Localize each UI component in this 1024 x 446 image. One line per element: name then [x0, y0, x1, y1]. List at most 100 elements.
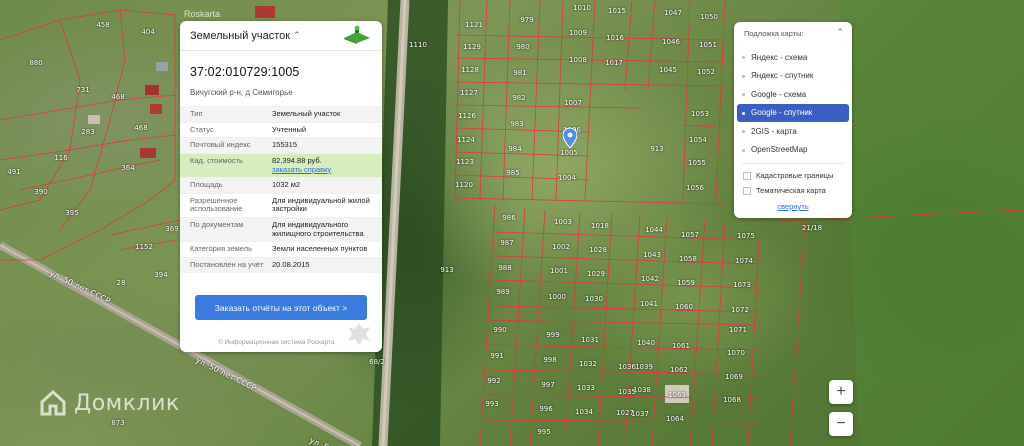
- parcel-number[interactable]: 1052: [697, 68, 715, 76]
- parcel-number[interactable]: 1061: [672, 342, 690, 350]
- parcel-number[interactable]: 364: [121, 164, 134, 172]
- parcel-number[interactable]: 1029: [587, 270, 605, 278]
- parcel-number[interactable]: 873: [111, 419, 124, 427]
- parcel-number[interactable]: 1059: [677, 279, 695, 287]
- parcel-number[interactable]: 369: [165, 225, 178, 233]
- parcel-number[interactable]: 989: [496, 288, 509, 296]
- parcel-number[interactable]: 913: [650, 145, 663, 153]
- parcel-number[interactable]: 1120: [455, 181, 473, 189]
- parcel-number[interactable]: 1127: [460, 89, 478, 97]
- parcel-number[interactable]: 1039: [635, 363, 653, 371]
- basemap-option[interactable]: Яндекс - схема: [737, 48, 849, 67]
- parcel-number[interactable]: 1056: [686, 184, 704, 192]
- parcel-number[interactable]: 990: [493, 326, 506, 334]
- parcel-number[interactable]: 1031: [581, 336, 599, 344]
- overlay-checkbox[interactable]: Тематическая карта: [734, 183, 852, 198]
- card-header[interactable]: Земельный участок ⌃: [180, 21, 382, 51]
- parcel-number[interactable]: 394: [154, 271, 167, 279]
- zoom-in-button[interactable]: +: [829, 380, 853, 404]
- parcel-number[interactable]: 1010: [573, 4, 591, 12]
- parcel-number[interactable]: 980: [516, 43, 529, 51]
- parcel-number[interactable]: 1002: [552, 243, 570, 251]
- parcel-number[interactable]: 1126: [458, 112, 476, 120]
- parcel-number[interactable]: 491: [7, 168, 20, 176]
- basemap-option[interactable]: 2GIS - карта: [737, 122, 849, 141]
- parcel-number[interactable]: 1046: [662, 38, 680, 46]
- zoom-out-button[interactable]: −: [829, 412, 853, 436]
- parcel-number[interactable]: 985: [506, 169, 519, 177]
- parcel-number[interactable]: 1121: [465, 21, 483, 29]
- order-certificate-link[interactable]: заказать справку: [272, 165, 374, 175]
- parcel-number[interactable]: 1068: [723, 396, 741, 404]
- parcel-number[interactable]: 1044: [645, 226, 663, 234]
- parcel-number[interactable]: 1070: [727, 349, 745, 357]
- parcel-number[interactable]: 395: [65, 209, 78, 217]
- parcel-number[interactable]: 1053: [691, 110, 709, 118]
- parcel-number[interactable]: 993: [485, 400, 498, 408]
- parcel-number[interactable]: 1035: [618, 388, 636, 396]
- collapse-link[interactable]: свернуть: [734, 202, 852, 211]
- parcel-number[interactable]: 1063: [668, 391, 686, 399]
- parcel-number[interactable]: 987: [500, 239, 513, 247]
- parcel-number[interactable]: 404: [141, 28, 154, 36]
- parcel-number[interactable]: 983: [510, 120, 523, 128]
- parcel-number[interactable]: 1005: [560, 149, 578, 157]
- parcel-number[interactable]: 116: [54, 154, 67, 162]
- parcel-number[interactable]: 1045: [659, 66, 677, 74]
- parcel-number[interactable]: 1007: [564, 99, 582, 107]
- parcel-number[interactable]: 1075: [737, 232, 755, 240]
- parcel-number[interactable]: 1074: [735, 257, 753, 265]
- parcel-number[interactable]: 1018: [591, 222, 609, 230]
- checkbox-icon[interactable]: [743, 186, 751, 195]
- parcel-number[interactable]: 1042: [641, 275, 659, 283]
- parcel-number[interactable]: 28: [117, 279, 126, 287]
- parcel-number[interactable]: 731: [76, 86, 89, 94]
- parcel-number[interactable]: 1033: [577, 384, 595, 392]
- parcel-number[interactable]: 21/18: [802, 224, 822, 232]
- parcel-number[interactable]: 1062: [670, 366, 688, 374]
- parcel-number[interactable]: 999: [546, 331, 559, 339]
- parcel-number[interactable]: 1057: [681, 231, 699, 239]
- parcel-number[interactable]: 1043: [643, 251, 661, 259]
- parcel-number[interactable]: 1055: [688, 159, 706, 167]
- parcel-number[interactable]: 1041: [640, 300, 658, 308]
- parcel-number[interactable]: 1004: [558, 174, 576, 182]
- parcel-number[interactable]: 283: [81, 128, 94, 136]
- parcel-number[interactable]: 981: [513, 69, 526, 77]
- parcel-number[interactable]: 1036: [618, 363, 636, 371]
- parcel-number[interactable]: 1000: [548, 293, 566, 301]
- parcel-number[interactable]: 982: [512, 94, 525, 102]
- parcel-number[interactable]: 1008: [569, 56, 587, 64]
- parcel-number[interactable]: 1051: [699, 41, 717, 49]
- parcel-number[interactable]: 1060: [675, 303, 693, 311]
- parcel-number[interactable]: 1073: [733, 281, 751, 289]
- parcel-number[interactable]: 992: [487, 377, 500, 385]
- checkbox-icon[interactable]: [743, 171, 751, 180]
- parcel-number[interactable]: 1016: [606, 34, 624, 42]
- parcel-number[interactable]: 1028: [589, 246, 607, 254]
- parcel-number[interactable]: 390: [34, 188, 47, 196]
- parcel-number[interactable]: 986: [502, 214, 515, 222]
- basemap-option[interactable]: OpenStreetMap: [737, 141, 849, 160]
- parcel-number[interactable]: 979: [520, 16, 533, 24]
- parcel-number[interactable]: 1058: [679, 255, 697, 263]
- parcel-number[interactable]: 996: [539, 405, 552, 413]
- parcel-number[interactable]: 997: [541, 381, 554, 389]
- parcel-number[interactable]: 1027: [616, 409, 634, 417]
- basemap-option[interactable]: Яндекс - спутник: [737, 67, 849, 86]
- parcel-number[interactable]: 1030: [585, 295, 603, 303]
- parcel-number[interactable]: 1034: [575, 408, 593, 416]
- chevron-up-icon[interactable]: ⌃: [836, 27, 844, 38]
- parcel-number[interactable]: 1069: [725, 373, 743, 381]
- parcel-number[interactable]: 1152: [135, 243, 153, 251]
- basemap-option[interactable]: Google - схема: [737, 85, 849, 104]
- parcel-number[interactable]: 1128: [461, 66, 479, 74]
- parcel-number[interactable]: 984: [508, 145, 521, 153]
- parcel-number[interactable]: 1032: [579, 360, 597, 368]
- parcel-number[interactable]: 1124: [457, 136, 475, 144]
- parcel-number[interactable]: 468: [134, 124, 147, 132]
- parcel-number[interactable]: 1047: [664, 9, 682, 17]
- parcel-number[interactable]: 468: [111, 93, 124, 101]
- parcel-number[interactable]: 1071: [729, 326, 747, 334]
- parcel-number[interactable]: 458: [96, 21, 109, 29]
